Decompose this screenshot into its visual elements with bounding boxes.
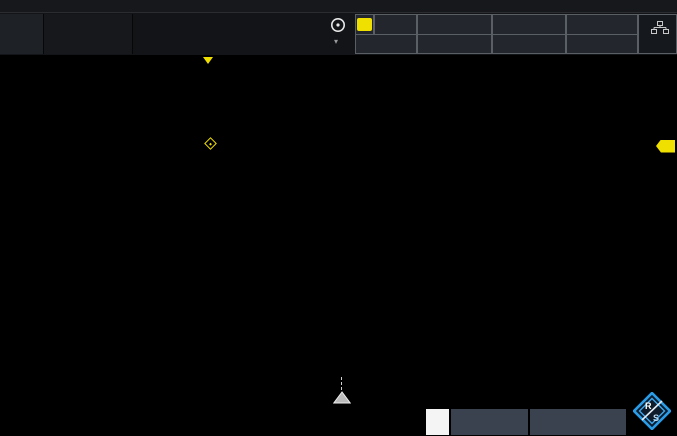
chevron-down-icon[interactable]: ▾ [334, 37, 338, 46]
reference-position-marker[interactable] [333, 391, 351, 404]
bus-button[interactable] [426, 409, 449, 435]
trigger-source-badge [357, 18, 372, 31]
trigger-mode-cell[interactable] [418, 15, 491, 34]
footer-empty-panel [530, 409, 626, 435]
toolbar-panel [44, 14, 133, 54]
horizontal-position-cell[interactable] [493, 35, 565, 53]
acquisition-status-bar [355, 14, 677, 54]
titlebar [0, 0, 677, 13]
trigger-slope-cell[interactable] [375, 15, 416, 34]
datetime-cell [639, 15, 676, 53]
oscilloscope-screen: ▾ [0, 0, 677, 436]
svg-text:R: R [645, 401, 652, 411]
trigger-level-cell[interactable] [356, 35, 416, 53]
bus-settings-panel[interactable] [451, 409, 528, 435]
reference-dashed-line [341, 377, 342, 390]
acquisition-mode-cell[interactable] [567, 35, 637, 53]
waveform-svg [0, 0, 677, 436]
channel-bar: R S [0, 408, 677, 436]
toolbar-panel-left [0, 14, 44, 54]
timebase-cell[interactable] [493, 15, 565, 34]
annotation-target-icon[interactable] [329, 16, 347, 34]
sample-rate-cell[interactable] [418, 35, 491, 53]
rs-logo-icon: R S [633, 392, 671, 430]
trigger-position-marker[interactable] [203, 57, 213, 64]
trigger-source-cell[interactable] [356, 15, 373, 34]
svg-text:S: S [653, 413, 659, 423]
lan-network-icon [651, 21, 669, 34]
acquisition-status-cell[interactable] [567, 15, 637, 34]
menu-button[interactable]: R S [628, 409, 677, 435]
